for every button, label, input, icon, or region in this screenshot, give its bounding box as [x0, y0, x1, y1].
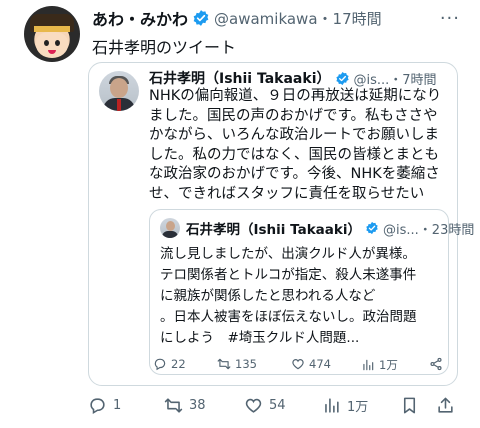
reply-count: 1 [113, 398, 122, 413]
quoted-text: NHKの偏向報道、９日の再放送は延期になり ました。国民の声のおかげです。私もさ… [149, 87, 451, 204]
nested-handle-time[interactable]: @is...・23時間 [383, 219, 474, 238]
quoted-text-line: かながら、いろんな政治ルートでお願いしま [149, 127, 439, 143]
views-count: 1万 [347, 400, 369, 415]
tweet: あわ・みかわ @awamikawa・17時間 ··· 石井孝明のツイート 石井孝… [0, 0, 480, 428]
quoted-reply-count: 22 [171, 357, 186, 371]
repost-count: 38 [189, 398, 206, 413]
views-button[interactable]: 1万 [322, 396, 368, 415]
quoted-like-button[interactable]: 474 [291, 357, 331, 371]
views-icon [325, 398, 339, 413]
quoted-repost-count: 135 [235, 357, 257, 371]
quoted-text-line: な政治家のおかげです。今後、NHKを萎縮さ [149, 166, 440, 182]
nested-text: 流し見しましたが、出演クルド人が異様。 テロ関係者とトルコが指定、殺人未遂事件 … [160, 244, 444, 349]
tweet-header: あわ・みかわ @awamikawa・17時間 [92, 6, 382, 30]
avatar-face [36, 32, 68, 58]
repost-icon [164, 398, 183, 413]
bookmark-icon [403, 397, 416, 414]
like-button[interactable]: 54 [244, 396, 286, 415]
nested-quoted-tweet[interactable]: 石井孝明（Ishii Takaaki） @is...・23時間 流し見しましたが… [149, 209, 474, 375]
quoted-avatar[interactable] [99, 71, 139, 111]
nested-text-line: 。日本人被害をほぼ伝えないし。政治問題 [160, 309, 417, 325]
avatar[interactable] [24, 6, 80, 62]
nested-text-line: テロ関係者とトルコが指定、殺人未遂事件 [160, 267, 417, 283]
author-handle-time[interactable]: @awamikawa・17時間 [214, 8, 382, 29]
quoted-like-count: 474 [309, 357, 331, 371]
more-options-icon[interactable]: ··· [440, 8, 460, 29]
nested-text-line: に親族が関係したと思われる人など [160, 288, 376, 304]
share-button[interactable] [436, 396, 461, 415]
nested-text-line: にしよう #埼玉クルド人問題... [160, 330, 360, 346]
verified-badge-icon [366, 221, 378, 235]
quoted-text-line: した。私の力ではなく、国民の皆様とまとも [149, 146, 439, 163]
quoted-action-bar: 22 135 474 1万 [153, 357, 449, 377]
repost-button[interactable]: 38 [164, 396, 206, 415]
reply-button[interactable]: 1 [88, 396, 121, 415]
quoted-repost-button[interactable]: 135 [217, 357, 257, 371]
avatar-eye-left [44, 40, 49, 46]
quoted-header: 石井孝明（Ishii Takaaki） @is...・7時間 [149, 68, 437, 88]
nested-header: 石井孝明（Ishii Takaaki） @is...・23時間 [186, 218, 474, 238]
verified-badge-icon [335, 71, 349, 85]
nested-avatar[interactable] [160, 218, 180, 238]
nested-avatar-head [166, 221, 175, 231]
quoted-text-line: ました。国民の声のおかげです。私もささや [149, 107, 438, 124]
repost-icon [217, 358, 231, 370]
share-icon [430, 357, 442, 371]
like-count: 54 [269, 398, 286, 413]
tweet-action-bar: 1 38 54 1万 [88, 396, 458, 420]
views-icon [363, 359, 374, 371]
quoted-views-count: 1万 [379, 358, 398, 372]
share-icon [438, 397, 453, 413]
quoted-share-button[interactable] [429, 357, 447, 371]
quoted-handle-time[interactable]: @is...・7時間 [354, 69, 437, 88]
tweet-text: 石井孝明のツイート [92, 38, 237, 57]
quoted-avatar-tie [117, 99, 121, 111]
nested-avatar-suit [162, 231, 178, 238]
quoted-reply-button[interactable]: 22 [153, 357, 186, 371]
avatar-eye-right [55, 40, 60, 46]
heart-icon [292, 359, 304, 370]
quoted-tweet[interactable]: 石井孝明（Ishii Takaaki） @is...・7時間 NHKの偏向報道、… [88, 62, 474, 386]
quoted-text-line: せ、できればスタッフに責任を取らせたい [149, 185, 425, 202]
quoted-avatar-head [110, 78, 128, 98]
bookmark-button[interactable] [400, 396, 425, 415]
reply-icon [90, 398, 105, 415]
quoted-views-button[interactable]: 1万 [361, 357, 398, 373]
author-name[interactable]: あわ・みかわ [92, 6, 188, 30]
nested-text-line: 流し見しましたが、出演クルド人が異様。 [160, 246, 416, 262]
reply-icon [154, 358, 166, 371]
quoted-author-name[interactable]: 石井孝明（Ishii Takaaki） [149, 68, 331, 88]
quoted-text-line: NHKの偏向報道、９日の再放送は延期になり [149, 88, 442, 104]
verified-badge-icon [193, 10, 209, 26]
nested-author-name[interactable]: 石井孝明（Ishii Takaaki） [186, 218, 361, 238]
heart-icon [245, 398, 262, 413]
